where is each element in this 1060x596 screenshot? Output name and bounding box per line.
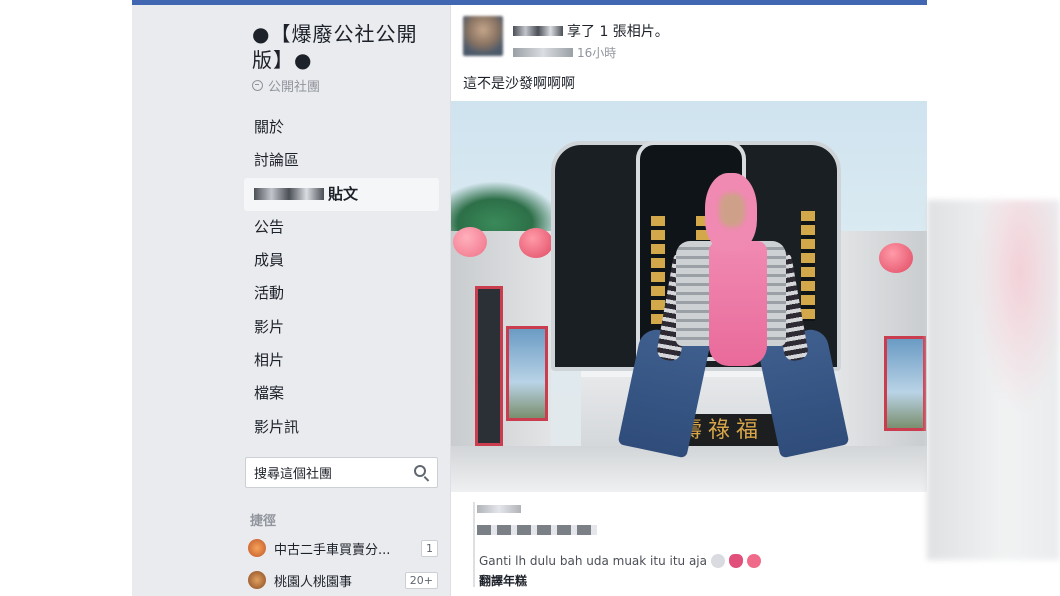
nav-item-photos[interactable]: 相片	[244, 344, 439, 377]
blurred-author-name[interactable]	[513, 26, 563, 36]
post-meta: 16小時	[513, 44, 616, 61]
blurred-background-right	[927, 200, 1060, 560]
ghost-emoji-icon	[711, 554, 725, 568]
shortcut-count-badge: 20+	[404, 571, 438, 589]
nav-item-announcements[interactable]: 公告	[244, 211, 439, 244]
nav-item-members[interactable]: 成員	[244, 244, 439, 277]
photo-lantern	[879, 243, 913, 273]
comment: Ganti lh dulu bah uda muak itu itu aja	[479, 554, 761, 568]
photo-pillar	[475, 286, 503, 446]
nav-item-video-chat[interactable]: 影片訊	[244, 411, 439, 444]
group-title[interactable]: ●【爆廢公社公開版】●	[252, 21, 437, 73]
nav-item-videos[interactable]: 影片	[244, 311, 439, 344]
comment-text: Ganti lh dulu bah uda muak itu itu aja	[479, 554, 707, 568]
nav-item-about[interactable]: 關於	[244, 111, 439, 144]
avatar[interactable]	[463, 16, 503, 56]
group-nav: 關於 討論區 貼文 公告 成員 活動 影片 相片 檔案 影片訊	[244, 111, 439, 444]
shortcut-item[interactable]: 中古二手車買賣分... 1	[248, 536, 438, 560]
photo-lantern	[453, 227, 487, 257]
photo-inscription	[651, 216, 665, 326]
blurred-comment-text	[477, 525, 597, 535]
nav-item-posts[interactable]: 貼文	[244, 177, 439, 211]
post-text: 這不是沙發啊啊啊	[463, 76, 575, 92]
group-privacy: 公開社團	[252, 76, 320, 95]
photo-painting	[506, 326, 548, 421]
post-card: 享了 1 張相片。 16小時 這不是沙發啊啊啊 壽祿福 Ganti lh dul…	[450, 5, 927, 596]
photo-person-face-blurred	[719, 193, 745, 227]
group-search-placeholder: 搜尋這個社團	[254, 467, 333, 482]
blurred-name	[254, 188, 324, 201]
photo-lantern	[519, 228, 553, 258]
post-photo[interactable]: 壽祿福	[451, 101, 927, 492]
shortcut-label: 中古二手車買賣分...	[274, 542, 391, 558]
post-action: 享了 1 張相片。	[567, 24, 669, 40]
pig-nose-emoji-icon	[747, 554, 761, 568]
tulip-emoji-icon	[729, 554, 743, 568]
globe-icon	[252, 80, 263, 91]
browser-viewport: ●【爆廢公社公開版】● 公開社團 關於 討論區 貼文 公告 成員 活動 影片 相…	[132, 0, 927, 596]
photo-painting	[884, 336, 926, 431]
shortcut-item[interactable]: 桃園人桃園事 20+	[248, 568, 438, 592]
shortcut-count-badge: 1	[421, 539, 438, 557]
nav-item-events[interactable]: 活動	[244, 277, 439, 310]
shortcut-label: 桃園人桃園事	[274, 574, 353, 590]
group-privacy-label: 公開社團	[268, 80, 321, 95]
gavel-icon	[248, 539, 266, 557]
group-sidebar: ●【爆廢公社公開版】● 公開社團 關於 討論區 貼文 公告 成員 活動 影片 相…	[132, 5, 444, 596]
photo-inscription	[801, 211, 815, 321]
nav-item-discussion[interactable]: 討論區	[244, 144, 439, 177]
basketball-icon	[248, 571, 266, 589]
blurred-commenter-name[interactable]	[477, 505, 521, 513]
post-header: 享了 1 張相片。	[513, 21, 669, 41]
post-timestamp[interactable]: 16小時	[577, 44, 616, 61]
photo-floor	[451, 446, 927, 492]
search-icon[interactable]	[414, 465, 426, 477]
nav-item-posts-label: 貼文	[328, 184, 359, 203]
shortcuts-header: 捷徑	[250, 514, 277, 529]
photo-person-scarf	[709, 241, 767, 366]
blurred-group-name[interactable]	[513, 48, 573, 57]
nav-item-files[interactable]: 檔案	[244, 377, 439, 410]
comment-divider	[473, 502, 475, 587]
group-search-input[interactable]: 搜尋這個社團	[245, 457, 438, 488]
see-translation-link[interactable]: 翻譯年糕	[479, 572, 527, 589]
